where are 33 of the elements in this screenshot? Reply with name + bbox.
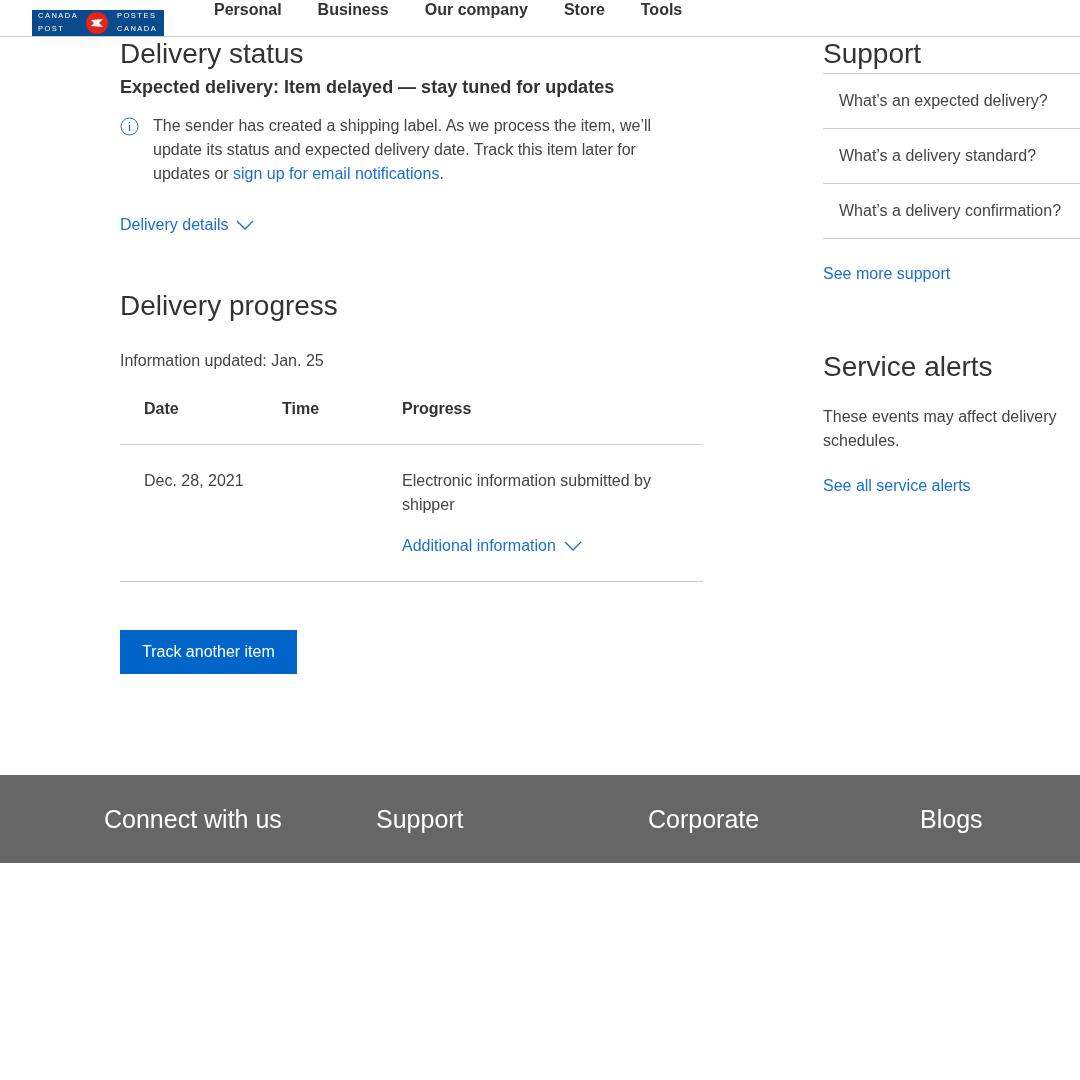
section-heading: Delivery status bbox=[120, 39, 305, 69]
section-heading: Delivery progress bbox=[120, 289, 339, 323]
sidebar-heading: Service alerts bbox=[823, 350, 994, 384]
footer-heading[interactable]: Support bbox=[376, 804, 648, 834]
sidebar-heading: Support bbox=[823, 39, 923, 69]
delivery-details-toggle[interactable]: Delivery details bbox=[120, 216, 255, 234]
footer-heading[interactable]: Connect with us bbox=[104, 804, 376, 834]
support-link[interactable]: What’s an expected delivery? bbox=[823, 74, 1080, 129]
table-cell-text: Electronic information submitted by shipper bbox=[402, 471, 652, 515]
info-icon bbox=[120, 117, 139, 136]
logo-mark-icon bbox=[85, 11, 109, 35]
nav-link[interactable]: Store bbox=[563, 1, 605, 19]
service-alerts-link[interactable]: See all service alerts bbox=[823, 477, 971, 494]
see-more-link[interactable]: See more support bbox=[823, 265, 951, 282]
nav-link[interactable]: Our company bbox=[424, 1, 528, 19]
table-cell-text: Dec. 28, 2021 bbox=[144, 471, 245, 491]
column-header: Time bbox=[282, 399, 321, 419]
info-text: The sender has created a shipping label. As we process the item, we’ll update its status and expected delivery date. Track this item later for updates or sign up for email notifications. bbox=[153, 116, 653, 184]
nav-link[interactable]: Tools bbox=[640, 1, 683, 19]
support-link[interactable]: What’s a delivery standard? bbox=[823, 129, 1080, 184]
email-signup-link[interactable]: sign up for email notifications bbox=[233, 165, 440, 182]
footer-heading[interactable]: Blogs bbox=[920, 804, 1080, 834]
nav-link[interactable]: Personal bbox=[214, 1, 282, 19]
track-another-button[interactable]: Track another item bbox=[120, 630, 297, 674]
expected-delivery: Expected delivery: Item delayed — stay tuned for updates bbox=[120, 77, 616, 98]
footer-heading[interactable]: Corporate bbox=[648, 804, 920, 834]
nav-link[interactable]: Business bbox=[317, 1, 389, 19]
support-link[interactable]: What’s a delivery confirmation? bbox=[823, 184, 1080, 239]
additional-info-toggle[interactable]: Additional information bbox=[402, 537, 582, 555]
column-header: Progress bbox=[402, 399, 473, 419]
alerts-text: These events may affect delivery schedules. bbox=[823, 407, 1058, 451]
column-header: Date bbox=[144, 399, 180, 419]
updated-text: Information updated: Jan. 25 bbox=[120, 352, 325, 370]
